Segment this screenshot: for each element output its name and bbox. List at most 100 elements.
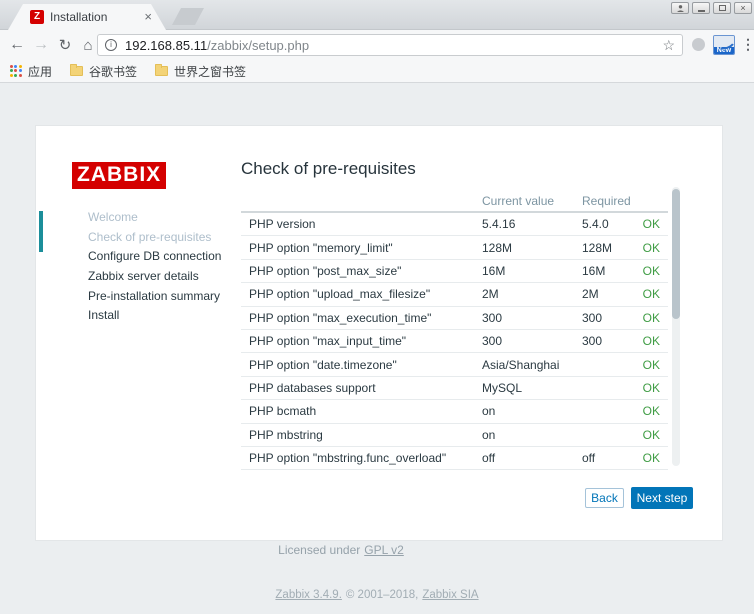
prereq-name: PHP databases support (249, 380, 376, 395)
zabbix-version-link[interactable]: Zabbix 3.4.9. (275, 589, 341, 601)
prereq-name: PHP option "date.timezone" (249, 357, 397, 372)
license-text: Licensed under (278, 543, 361, 557)
required-value: 2M (582, 287, 599, 302)
prereq-name: PHP option "max_execution_time" (249, 310, 432, 325)
window-controls: × (671, 2, 752, 14)
home-icon[interactable]: ⌂ (77, 30, 99, 60)
close-window-button[interactable]: × (734, 2, 752, 14)
bookmark-item[interactable]: 应用 (10, 63, 52, 80)
back-button[interactable]: Back (585, 488, 624, 508)
bookmark-label: 谷歌书签 (89, 64, 138, 79)
extension-icon[interactable] (692, 38, 705, 51)
current-value: Asia/Shanghai (482, 357, 560, 372)
next-step-button[interactable]: Next step (631, 487, 693, 509)
bookmarks-bar: 应用 谷歌书签 世界之窗书签 (0, 60, 754, 83)
tab-title: Installation (50, 10, 108, 24)
back-icon[interactable]: ← (6, 30, 28, 60)
profile-button[interactable] (671, 2, 689, 14)
status-ok: OK (642, 240, 660, 255)
table-scrollbar-thumb[interactable] (672, 189, 680, 319)
browser-titlebar: Z Installation × × (0, 0, 754, 30)
current-step-accent-bar (39, 211, 43, 252)
tab-close-icon[interactable]: × (144, 10, 152, 24)
current-value: on (482, 427, 496, 442)
status-ok: OK (642, 451, 660, 466)
prereq-name: PHP bcmath (249, 404, 317, 419)
url-host: 192.168.85.11 (125, 37, 208, 53)
maximize-button[interactable] (713, 2, 731, 14)
setup-step-welcome: Welcome (88, 210, 138, 224)
current-value: 2M (482, 287, 499, 302)
setup-step-install: Install (88, 308, 120, 323)
status-ok: OK (642, 427, 660, 442)
prereq-row: PHP option "upload_max_filesize" 2M 2M OK (241, 283, 668, 307)
status-ok: OK (642, 287, 660, 302)
setup-card: ZABBIX Welcome Check of pre-requisites Con… (36, 126, 722, 540)
prereq-table-body: PHP version 5.4.16 5.4.0 OK PHP option "memo… (241, 213, 668, 471)
col-required: Required (582, 194, 631, 208)
page-info-icon[interactable]: i (105, 39, 117, 51)
minimize-button[interactable] (692, 2, 710, 14)
required-value: 16M (582, 263, 606, 278)
status-ok: OK (642, 310, 660, 325)
bookmark-label: 应用 (28, 64, 53, 79)
setup-steps: Welcome Check of pre-requisites Configure … (88, 208, 221, 326)
folder-icon (70, 64, 84, 76)
prereq-row: PHP option "max_execution_time" 300 300 OK (241, 307, 668, 330)
current-value: on (482, 404, 496, 419)
setup-step-configure-db-connection: Configure DB connection (88, 249, 222, 264)
prereq-name: PHP mbstring (249, 427, 323, 442)
prereq-row: PHP mbstring on OK (241, 424, 668, 447)
current-value: 5.4.16 (482, 217, 516, 232)
url-path: /zabbix/setup.php (207, 37, 310, 53)
person-icon (676, 4, 684, 12)
new-extension-logo (714, 36, 734, 47)
required-value: off (582, 451, 596, 466)
forward-icon[interactable]: → (30, 30, 52, 60)
required-value: 5.4.0 (582, 217, 609, 232)
maximize-icon (718, 5, 726, 11)
new-tab-button[interactable] (172, 8, 204, 25)
bookmark-item[interactable]: 世界之窗书签 (155, 63, 246, 80)
close-icon: × (740, 3, 746, 13)
col-current-value: Current value (482, 194, 555, 208)
required-value: 128M (582, 240, 613, 255)
setup-page: ZABBIX Welcome Check of pre-requisites Con… (0, 83, 754, 614)
browser-tab[interactable]: Z Installation × (8, 4, 166, 30)
current-value: off (482, 451, 496, 466)
prereq-row: PHP option "memory_limit" 128M 128M OK (241, 236, 668, 260)
required-value: 300 (582, 334, 603, 349)
zabbix-favicon-icon: Z (30, 10, 44, 24)
status-ok: OK (642, 380, 660, 395)
prereq-table-header: Current value Required (241, 192, 668, 213)
browser-menu-icon[interactable]: ⋮ (741, 36, 754, 53)
status-ok: OK (642, 334, 660, 349)
bookmark-star-icon[interactable]: ☆ (662, 37, 675, 54)
current-value: 128M (482, 240, 513, 255)
prereq-row: PHP option "mbstring.func_overload" off of… (241, 447, 668, 471)
version-footer: Zabbix 3.4.9. © 2001–2018, Zabbix SIA (0, 589, 754, 601)
bookmark-item[interactable]: 谷歌书签 (70, 63, 137, 80)
zabbix-sia-link[interactable]: Zabbix SIA (422, 589, 478, 601)
prereq-name: PHP option "post_max_size" (249, 263, 402, 278)
new-extension-icon[interactable]: New (713, 35, 735, 55)
page-title: Check of pre-requisites (241, 159, 416, 178)
status-ok: OK (642, 263, 660, 278)
reload-icon[interactable]: ↻ (54, 30, 76, 60)
minimize-icon (697, 9, 705, 12)
prereq-row: PHP bcmath on OK (241, 400, 668, 424)
apps-grid-icon (10, 65, 22, 77)
table-scrollbar[interactable] (672, 187, 680, 466)
folder-icon (155, 64, 169, 76)
prereq-row: PHP databases support MySQL OK (241, 377, 668, 401)
current-value: 300 (482, 334, 503, 349)
status-ok: OK (642, 404, 660, 419)
address-bar[interactable]: i 192.168.85.11/zabbix/setup.php ☆ (97, 34, 683, 56)
gpl-link[interactable]: GPL v2 (364, 543, 404, 557)
prereq-name: PHP option "mbstring.func_overload" (249, 451, 447, 466)
license-line: Licensed under GPL v2 (0, 543, 718, 557)
prereq-name: PHP version (249, 217, 316, 232)
prereq-row: PHP version 5.4.16 5.4.0 OK (241, 213, 668, 237)
prereq-name: PHP option "max_input_time" (249, 334, 407, 349)
copyright-text: © 2001–2018, (345, 589, 419, 601)
